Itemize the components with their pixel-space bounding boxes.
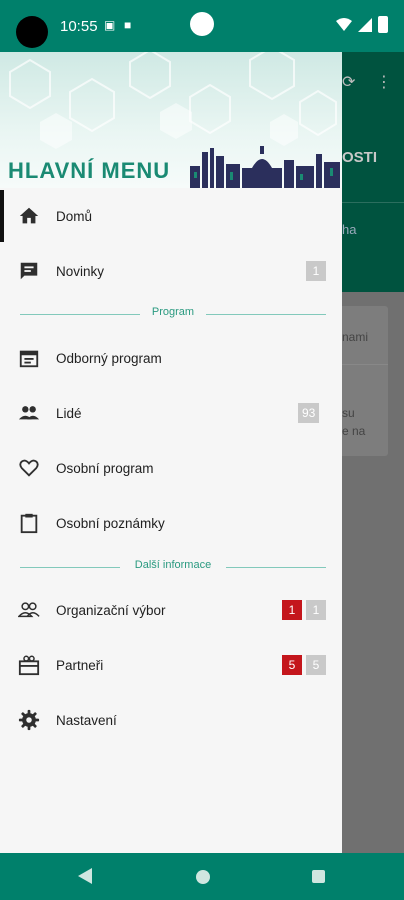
wifi-icon — [336, 17, 352, 31]
camera-cutout — [16, 16, 48, 48]
background-title: OSTI — [342, 149, 378, 166]
menu-item-label: Partneři — [56, 657, 104, 673]
menu-item-personal-notes[interactable]: Osobní poznámky — [0, 497, 342, 549]
background-app: ⟳ ⋮ OSTI ha nami su e na — [342, 52, 404, 853]
more-icon: ⋮ — [376, 74, 392, 91]
background-content: nami su e na — [342, 292, 404, 853]
storage-icon: ■ — [124, 18, 132, 32]
section-header-more-info: Další informace — [20, 559, 326, 575]
menu-item-label: Novinky — [56, 263, 105, 279]
background-card-text: su — [342, 406, 355, 420]
menu-item-news[interactable]: Novinky 1 — [0, 245, 342, 297]
menu-item-committee[interactable]: Organizační výbor 1 1 — [0, 584, 342, 636]
news-count-badge: 1 — [306, 261, 326, 281]
menu-item-label: Osobní program — [56, 460, 154, 476]
menu-item-home[interactable]: Domů — [0, 190, 342, 242]
menu-item-partners[interactable]: Partneři 5 5 — [0, 639, 342, 691]
section-header-program: Program — [20, 306, 326, 322]
navigation-drawer: HLAVNÍ MENU Domů Novinky 1 Program Odbor… — [0, 52, 342, 853]
calendar-icon — [19, 350, 39, 368]
status-bar: 10:55 ▣ ■ — [0, 0, 404, 52]
menu-item-label: Odborný program — [56, 350, 162, 366]
menu-item-settings[interactable]: Nastavení — [0, 694, 342, 746]
background-tab: ha — [342, 222, 357, 237]
menu-item-label: Osobní poznámky — [56, 515, 165, 531]
gear-icon — [18, 709, 40, 731]
sim-icon: ▣ — [104, 18, 116, 32]
refresh-icon: ⟳ — [342, 74, 356, 91]
menu-item-label: Organizační výbor — [56, 602, 166, 618]
drawer-title: HLAVNÍ MENU — [8, 158, 171, 183]
background-tab-divider — [342, 202, 404, 203]
section-divider-right — [226, 567, 326, 568]
background-card-divider — [342, 364, 388, 365]
section-label: Program — [151, 306, 195, 318]
home-icon — [19, 207, 39, 224]
background-toolbar: ⟳ ⋮ OSTI ha — [342, 52, 404, 292]
home-button-icon[interactable] — [196, 870, 210, 884]
battery-icon — [378, 16, 388, 33]
menu-item-label: Domů — [56, 208, 93, 224]
group-icon — [18, 602, 40, 618]
status-time: 10:55 — [60, 18, 98, 35]
section-divider-right — [206, 314, 326, 315]
drawer-header: HLAVNÍ MENU — [0, 52, 342, 188]
menu-item-label: Lidé — [56, 405, 82, 421]
back-icon[interactable] — [78, 868, 92, 884]
menu-item-personal-program[interactable]: Osobní program — [0, 442, 342, 494]
menu-item-label: Nastavení — [56, 712, 117, 728]
committee-count-badge: 1 — [306, 600, 326, 620]
city-skyline-icon — [190, 146, 340, 188]
clipboard-icon — [20, 513, 38, 534]
menu-item-program[interactable]: Odborný program — [0, 332, 342, 384]
status-icons — [336, 16, 388, 33]
background-card: nami su e na — [342, 306, 388, 456]
heart-icon — [19, 459, 39, 477]
people-icon — [18, 406, 40, 420]
people-count-badge: 93 — [298, 403, 320, 423]
system-navigation-bar — [0, 853, 404, 900]
signal-icon — [358, 17, 372, 32]
notification-dot — [190, 12, 214, 36]
partners-new-badge: 5 — [282, 655, 302, 675]
background-card-text: nami — [342, 330, 369, 344]
chat-icon — [20, 262, 38, 280]
partners-count-badge: 5 — [306, 655, 326, 675]
partners-icon — [18, 655, 40, 676]
section-label: Další informace — [134, 559, 212, 571]
background-card-text: e na — [342, 424, 366, 438]
menu-item-people[interactable]: Lidé 93 — [0, 387, 342, 439]
committee-new-badge: 1 — [282, 600, 302, 620]
recent-apps-icon[interactable] — [312, 870, 325, 883]
